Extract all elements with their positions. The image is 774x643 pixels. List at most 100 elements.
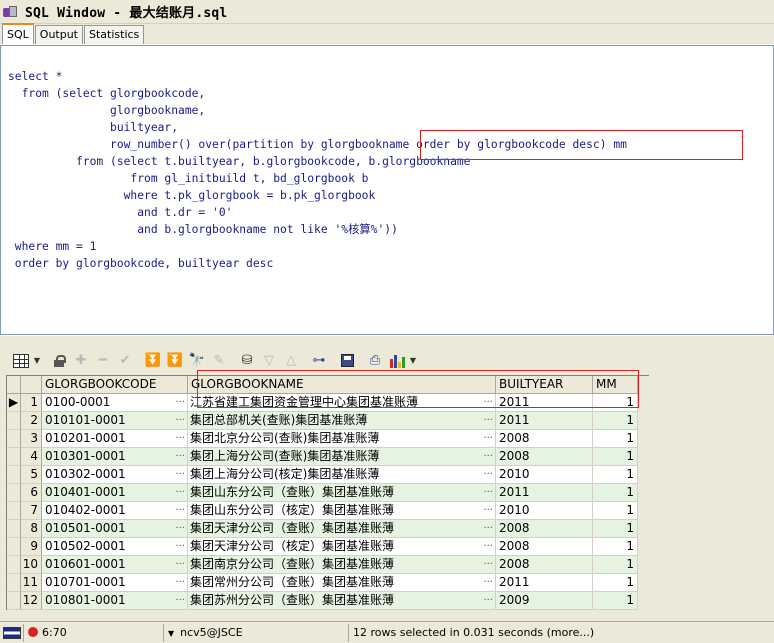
sql-code[interactable]: select * from (select glorgbookcode, glo… (8, 68, 627, 272)
table-row[interactable]: 11 010701-0001 ··· 集团常州分公司（查账）集团基准账薄 ··· 2011… (7, 574, 649, 592)
cell-builtyear[interactable]: 2008 (496, 538, 593, 556)
cell-mm[interactable]: 1 (593, 484, 638, 502)
cell-editor-ellipsis-icon[interactable]: ··· (483, 502, 493, 519)
cell-glorgbookname[interactable]: 集团北京分公司(查账)集团基准账薄 ··· (188, 430, 496, 448)
row-indicator[interactable] (7, 448, 21, 466)
tab-statistics[interactable]: Statistics (84, 25, 145, 44)
table-row[interactable]: 3 010201-0001 ··· 集团北京分公司(查账)集团基准账薄 ··· 2008 1 (7, 430, 649, 448)
cell-editor-ellipsis-icon[interactable]: ··· (175, 538, 185, 555)
cell-glorgbookcode[interactable]: 010502-0001 ··· (42, 538, 188, 556)
row-indicator[interactable] (7, 538, 21, 556)
save-icon[interactable] (336, 351, 358, 371)
table-row[interactable]: 6 010401-0001 ··· 集团山东分公司（查账）集团基准账薄 ··· 2011 1 (7, 484, 649, 502)
cell-editor-ellipsis-icon[interactable]: ··· (175, 574, 185, 591)
cell-editor-ellipsis-icon[interactable]: ··· (175, 484, 185, 501)
add-icon[interactable]: ✚ (70, 351, 92, 371)
cell-mm[interactable]: 1 (593, 538, 638, 556)
cell-builtyear[interactable]: 2008 (496, 448, 593, 466)
dropdown-icon[interactable]: ▼ (408, 351, 418, 371)
row-indicator[interactable] (7, 484, 21, 502)
cell-editor-ellipsis-icon[interactable]: ··· (175, 556, 185, 573)
cell-editor-ellipsis-icon[interactable]: ··· (483, 592, 493, 609)
sql-editor[interactable]: select * from (select glorgbookcode, glo… (0, 45, 774, 335)
row-number[interactable]: 3 (21, 430, 42, 448)
cell-builtyear[interactable]: 2008 (496, 520, 593, 538)
cell-glorgbookcode[interactable]: 010801-0001 ··· (42, 592, 188, 610)
filter-down-icon[interactable]: ▽ (258, 351, 280, 371)
cell-glorgbookname[interactable]: 集团常州分公司（查账）集团基准账薄 ··· (188, 574, 496, 592)
cell-builtyear[interactable]: 2011 (496, 574, 593, 592)
status-message[interactable]: 12 rows selected in 0.031 seconds (more.… (348, 623, 774, 642)
cell-glorgbookcode[interactable]: 010701-0001 ··· (42, 574, 188, 592)
cell-glorgbookname[interactable]: 集团总部机关(查账)集团基准账薄 ··· (188, 412, 496, 430)
cell-mm[interactable]: 1 (593, 430, 638, 448)
cell-mm[interactable]: 1 (593, 556, 638, 574)
last-record-icon[interactable]: ⏬ (164, 351, 186, 371)
table-row[interactable]: 2 010101-0001 ··· 集团总部机关(查账)集团基准账薄 ··· 2011 1 (7, 412, 649, 430)
cell-builtyear[interactable]: 2010 (496, 466, 593, 484)
cell-mm[interactable]: 1 (593, 502, 638, 520)
delete-icon[interactable]: ━ (92, 351, 114, 371)
query-icon[interactable]: ⛁ (236, 351, 258, 371)
cell-editor-ellipsis-icon[interactable]: ··· (175, 520, 185, 537)
row-indicator[interactable] (7, 412, 21, 430)
cell-editor-ellipsis-icon[interactable]: ··· (483, 538, 493, 555)
splitter[interactable] (0, 335, 774, 347)
row-indicator[interactable] (7, 502, 21, 520)
cell-builtyear[interactable]: 2011 (496, 484, 593, 502)
cell-glorgbookcode[interactable]: 010201-0001 ··· (42, 430, 188, 448)
table-row[interactable]: 10 010601-0001 ··· 集团南京分公司（查账）集团基准账薄 ··· 2008… (7, 556, 649, 574)
cell-editor-ellipsis-icon[interactable]: ··· (483, 466, 493, 483)
row-indicator[interactable] (7, 574, 21, 592)
cell-editor-ellipsis-icon[interactable]: ··· (175, 592, 185, 609)
table-row[interactable]: 9 010502-0001 ··· 集团天津分公司（核定）集团基准账薄 ··· 2008 1 (7, 538, 649, 556)
row-number[interactable]: 10 (21, 556, 42, 574)
cell-editor-ellipsis-icon[interactable]: ··· (483, 520, 493, 537)
cell-editor-ellipsis-icon[interactable]: ··· (175, 448, 185, 465)
cell-glorgbookcode[interactable]: 010501-0001 ··· (42, 520, 188, 538)
row-number[interactable]: 4 (21, 448, 42, 466)
row-indicator[interactable] (7, 592, 21, 610)
cell-glorgbookcode[interactable]: 010302-0001 ··· (42, 466, 188, 484)
check-icon[interactable]: ✔ (114, 351, 136, 371)
cell-glorgbookname[interactable]: 集团苏州分公司（查账）集团基准账薄 ··· (188, 592, 496, 610)
print-icon[interactable]: ⎙ (364, 351, 386, 371)
cell-editor-ellipsis-icon[interactable]: ··· (175, 394, 185, 411)
row-number[interactable]: 2 (21, 412, 42, 430)
cell-glorgbookname[interactable]: 集团上海分公司(查账)集团基准账薄 ··· (188, 448, 496, 466)
tree-icon[interactable]: ⊶ (308, 351, 330, 371)
row-indicator[interactable] (7, 430, 21, 448)
cell-glorgbookname[interactable]: 集团上海分公司(核定)集团基准账薄 ··· (188, 466, 496, 484)
cell-glorgbookname[interactable]: 集团天津分公司（核定）集团基准账薄 ··· (188, 538, 496, 556)
dropdown-icon[interactable]: ▼ (32, 351, 42, 371)
cell-builtyear[interactable]: 2010 (496, 502, 593, 520)
row-number[interactable]: 9 (21, 538, 42, 556)
row-number[interactable]: 6 (21, 484, 42, 502)
cell-glorgbookcode[interactable]: 010601-0001 ··· (42, 556, 188, 574)
cell-editor-ellipsis-icon[interactable]: ··· (483, 556, 493, 573)
cell-editor-ellipsis-icon[interactable]: ··· (483, 574, 493, 591)
cell-editor-ellipsis-icon[interactable]: ··· (175, 430, 185, 447)
cell-glorgbookcode[interactable]: 0100-0001 ··· (42, 394, 188, 412)
row-number[interactable]: 12 (21, 592, 42, 610)
table-row[interactable]: 12 010801-0001 ··· 集团苏州分公司（查账）集团基准账薄 ··· 2009… (7, 592, 649, 610)
grid-icon[interactable] (10, 351, 32, 371)
row-number[interactable]: 11 (21, 574, 42, 592)
table-row[interactable]: 5 010302-0001 ··· 集团上海分公司(核定)集团基准账薄 ··· 2010 1 (7, 466, 649, 484)
cell-glorgbookcode[interactable]: 010401-0001 ··· (42, 484, 188, 502)
clear-icon[interactable]: ✎ (208, 351, 230, 371)
row-number[interactable]: 8 (21, 520, 42, 538)
cell-editor-ellipsis-icon[interactable]: ··· (483, 430, 493, 447)
tab-sql[interactable]: SQL (2, 23, 34, 44)
connection[interactable]: ▼ ncv5@JSCE (163, 623, 348, 642)
cell-mm[interactable]: 1 (593, 448, 638, 466)
cell-glorgbookcode[interactable]: 010101-0001 ··· (42, 412, 188, 430)
cell-mm[interactable]: 1 (593, 574, 638, 592)
sql-window-icon[interactable] (2, 4, 22, 20)
cell-glorgbookcode[interactable]: 010301-0001 ··· (42, 448, 188, 466)
cell-builtyear[interactable]: 2011 (496, 412, 593, 430)
cell-editor-ellipsis-icon[interactable]: ··· (483, 484, 493, 501)
cell-builtyear[interactable]: 2008 (496, 430, 593, 448)
table-row[interactable]: 7 010402-0001 ··· 集团山东分公司（核定）集团基准账薄 ··· 2010 1 (7, 502, 649, 520)
result-grid[interactable]: GLORGBOOKCODE GLORGBOOKNAME BUILTYEAR MM… (6, 375, 649, 610)
